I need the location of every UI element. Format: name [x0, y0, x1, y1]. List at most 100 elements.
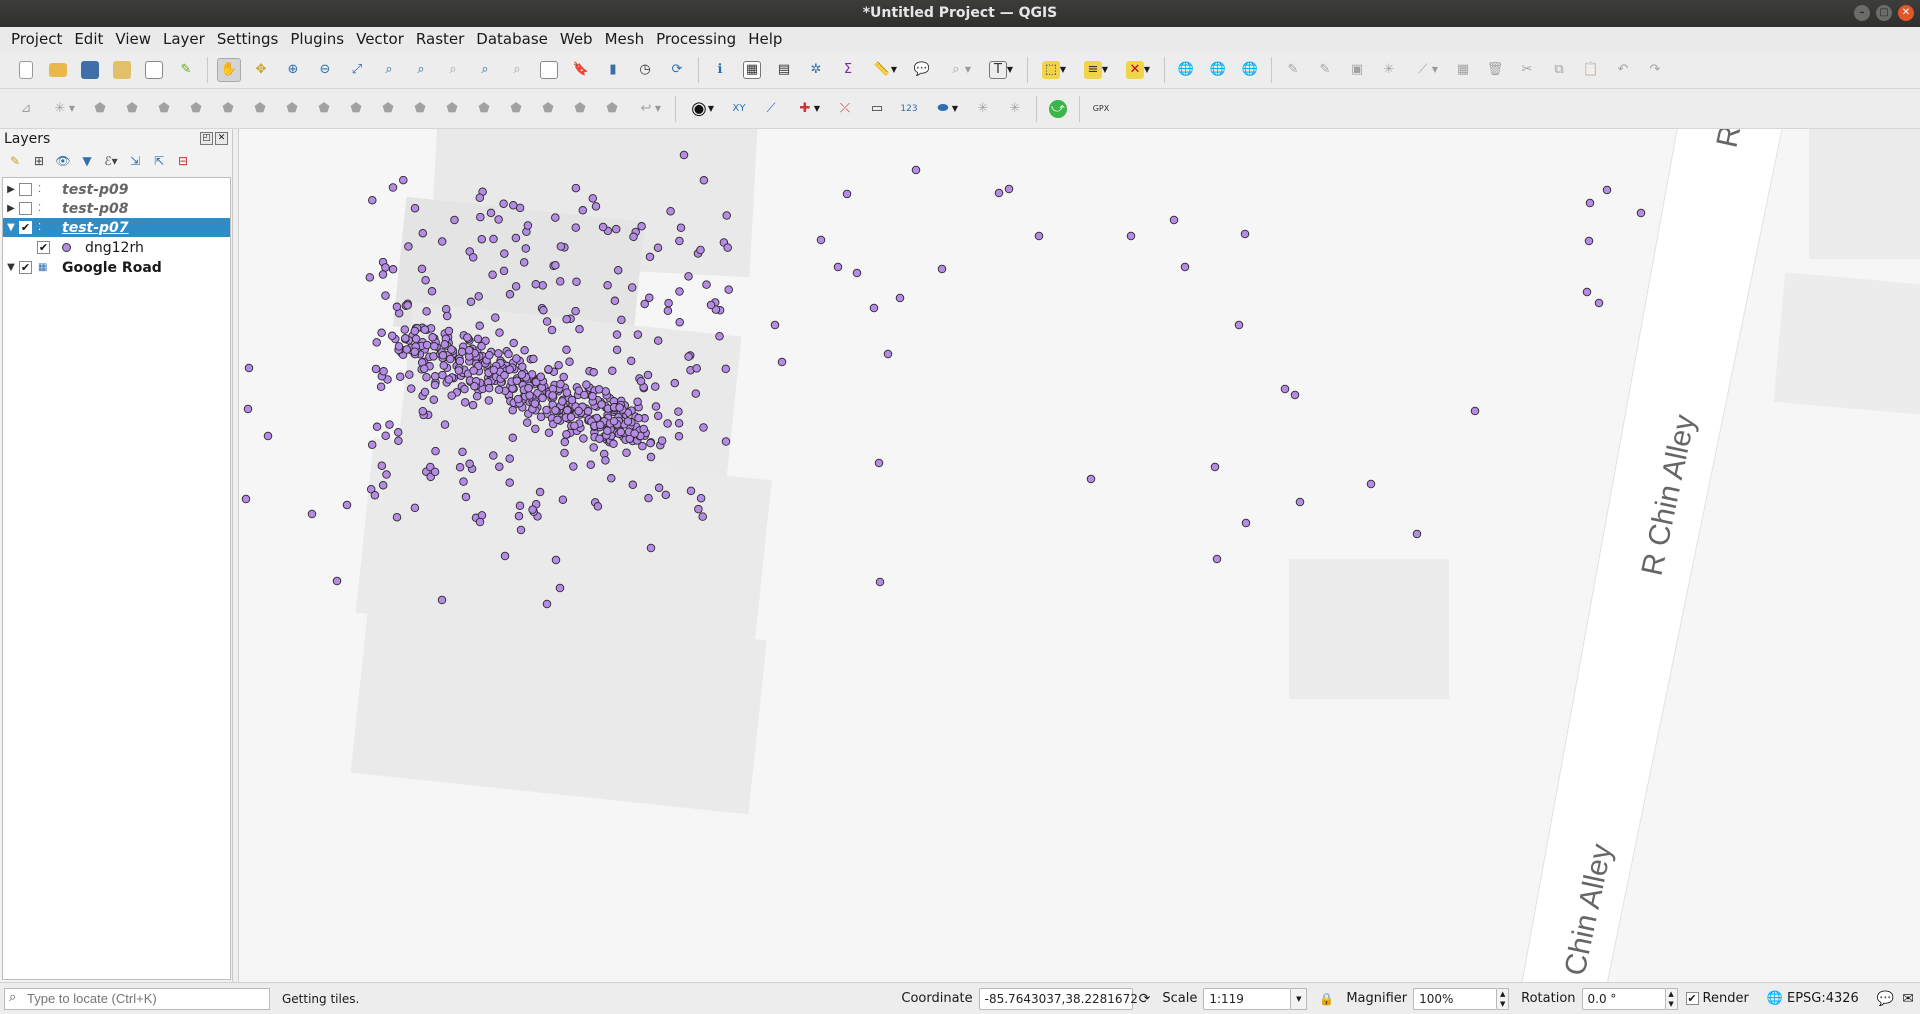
select-by-value-button[interactable]: ≡ ▼ — [1079, 58, 1113, 82]
coordinate-field[interactable]: -85.7643037,38.2281672 — [978, 987, 1138, 1010]
zoom-selection-button[interactable]: ⌕ — [377, 58, 401, 82]
deselect-button[interactable]: ✕ ▼ — [1121, 58, 1155, 82]
topology-button[interactable]: ⬬ ▼ — [929, 97, 963, 121]
layer-visibility-checkbox[interactable] — [19, 183, 32, 196]
digitize-tool-19[interactable]: ⬟ — [600, 97, 624, 121]
pan-to-selection-button[interactable]: ✥ — [249, 58, 273, 82]
category-visibility-checkbox[interactable]: ✔ — [37, 241, 50, 254]
menu-view[interactable]: View — [109, 27, 157, 51]
zoom-full-button[interactable]: ⤢ — [345, 58, 369, 82]
menu-raster[interactable]: Raster — [410, 27, 470, 51]
add-wms-button[interactable]: 🌐 — [1174, 58, 1198, 82]
show-bookmarks-button[interactable]: ▮ — [601, 58, 625, 82]
digitize-tool-18[interactable]: ⬟ — [568, 97, 592, 121]
digitize-tool-20[interactable]: ↩ ▼ — [632, 97, 666, 121]
identify-button[interactable]: ℹ — [708, 58, 732, 82]
snap-units-button[interactable]: 123 — [897, 97, 921, 121]
expand-arrow-icon[interactable]: ▶ — [3, 203, 19, 214]
temporal-controller-button[interactable]: ◷ — [633, 58, 657, 82]
spin-arrows-icon[interactable]: ▲ ▼ — [1665, 987, 1678, 1010]
menu-mesh[interactable]: Mesh — [599, 27, 651, 51]
spin-arrows-icon[interactable]: ▲ ▼ — [1497, 987, 1510, 1010]
filter-icon[interactable]: ▼ — [78, 152, 96, 170]
zoom-last-button[interactable]: ⌕ — [473, 58, 497, 82]
magnifier-field[interactable]: 100% — [1413, 987, 1498, 1010]
digitize-tool-13[interactable]: ⬟ — [408, 97, 432, 121]
advanced-digitize-2[interactable]: ✳ — [1003, 97, 1027, 121]
messages-log-icon[interactable]: ✉ — [1902, 991, 1914, 1007]
visibility-eye-icon[interactable]: 👁 — [54, 152, 72, 170]
print-layout-button[interactable] — [142, 58, 166, 82]
menu-edit[interactable]: Edit — [68, 27, 109, 51]
toggle-editing-button[interactable]: ✎ — [1313, 58, 1337, 82]
copy-features-button[interactable]: ⧉ — [1547, 58, 1571, 82]
vertex-tool-button[interactable]: ⟋ ▼ — [1409, 58, 1443, 82]
pan-button[interactable]: ✋ — [217, 57, 241, 82]
digitize-tool-10[interactable]: ⬟ — [312, 97, 336, 121]
layer-visibility-checkbox[interactable]: ✔ — [19, 221, 32, 234]
digitize-tool-6[interactable]: ⬟ — [184, 97, 208, 121]
collapse-arrow-icon[interactable]: ▼ — [3, 262, 19, 273]
zoom-native-button[interactable]: ⌕ — [441, 58, 465, 82]
scale-field[interactable]: 1:119 — [1203, 987, 1292, 1010]
crs-label[interactable]: EPSG:4326 — [1787, 991, 1859, 1006]
menu-project[interactable]: Project — [5, 27, 68, 51]
scale-tolerance-button[interactable]: ▭ — [865, 97, 889, 121]
new-bookmark-button[interactable]: 🔖 — [569, 58, 593, 82]
chevron-down-icon[interactable]: ▼ — [1291, 987, 1308, 1010]
share-button[interactable]: ⤻ — [1046, 97, 1070, 121]
digitize-tool-7[interactable]: ⬟ — [216, 97, 240, 121]
expression-filter-icon[interactable]: ℰ▾ — [102, 152, 120, 170]
measure-button[interactable]: 📏 ▼ — [868, 58, 902, 82]
style-manager-button[interactable]: ✎ — [174, 58, 198, 82]
menu-web[interactable]: Web — [554, 27, 599, 51]
select-features-button[interactable]: ⬚ ▼ — [1037, 58, 1071, 82]
modify-attributes-button[interactable]: ▦ — [1451, 58, 1475, 82]
current-edits-button[interactable]: ✎ — [1281, 58, 1305, 82]
locator-button[interactable]: ⌕ ▼ — [942, 58, 976, 82]
expand-all-icon[interactable]: ⇲ — [126, 152, 144, 170]
remove-layer-icon[interactable]: ⊟ — [174, 152, 192, 170]
digitize-tool-17[interactable]: ⬟ — [536, 97, 560, 121]
float-panel-button[interactable]: ◰ — [200, 132, 213, 145]
add-wfs-button[interactable]: 🌐 — [1206, 58, 1230, 82]
add-group-icon[interactable]: ⊞ — [30, 152, 48, 170]
xy-tool-button[interactable]: XY — [727, 97, 751, 121]
refresh-button[interactable]: ⟳ — [665, 58, 689, 82]
rotation-field[interactable]: 0.0 ° — [1581, 987, 1666, 1010]
layer-row-google-road[interactable]: ▼ ✔ ▦ Google Road — [3, 258, 230, 277]
close-panel-button[interactable]: ✕ — [215, 132, 228, 145]
locate-input[interactable] — [4, 987, 270, 1010]
advanced-digitize-1[interactable]: ✳ — [971, 97, 995, 121]
menu-plugins[interactable]: Plugins — [284, 27, 350, 51]
digitize-tool-5[interactable]: ⬟ — [152, 97, 176, 121]
menu-layer[interactable]: Layer — [157, 27, 211, 51]
save-project-button[interactable] — [78, 58, 102, 82]
open-project-button[interactable] — [46, 58, 70, 82]
processing-toolbox-button[interactable]: ✲ — [804, 58, 828, 82]
layer-row-test-p07[interactable]: ▼ ✔ ⁚ test-p07 — [3, 218, 230, 237]
maximize-button[interactable]: □ — [1876, 5, 1892, 21]
menu-database[interactable]: Database — [470, 27, 554, 51]
save-as-button[interactable] — [110, 58, 134, 82]
scale-combo[interactable]: 1:119 ▼ — [1203, 987, 1308, 1010]
add-feature-button[interactable]: ✳ — [1377, 58, 1401, 82]
digitize-tool-2[interactable]: ✳ ▼ — [46, 97, 80, 121]
menu-settings[interactable]: Settings — [211, 27, 285, 51]
zoom-next-button[interactable]: ⌕ — [505, 58, 529, 82]
snapping-button[interactable]: ◉ ▼ — [685, 97, 719, 121]
save-edits-button[interactable]: ▣ — [1345, 58, 1369, 82]
render-checkbox[interactable]: ✔ — [1685, 992, 1699, 1005]
layer-visibility-checkbox[interactable]: ✔ — [19, 261, 32, 274]
digitize-tool-12[interactable]: ⬟ — [376, 97, 400, 121]
map-canvas[interactable]: R R Chin Alley Chin Alley — [238, 129, 1920, 982]
menu-vector[interactable]: Vector — [350, 27, 410, 51]
new-project-button[interactable] — [14, 58, 38, 82]
map-tips-button[interactable]: 💬 — [910, 58, 934, 82]
rotation-spinbox[interactable]: 0.0 ° ▲ ▼ — [1581, 987, 1678, 1010]
expand-arrow-icon[interactable]: ▶ — [3, 184, 19, 195]
layer-row-dng12rh[interactable]: ✔ dng12rh — [3, 237, 230, 258]
lock-icon[interactable]: 🔒 — [1319, 992, 1334, 1006]
digitize-tool-3[interactable]: ⬟ — [88, 97, 112, 121]
messages-icon[interactable]: 💬 — [1877, 991, 1894, 1007]
